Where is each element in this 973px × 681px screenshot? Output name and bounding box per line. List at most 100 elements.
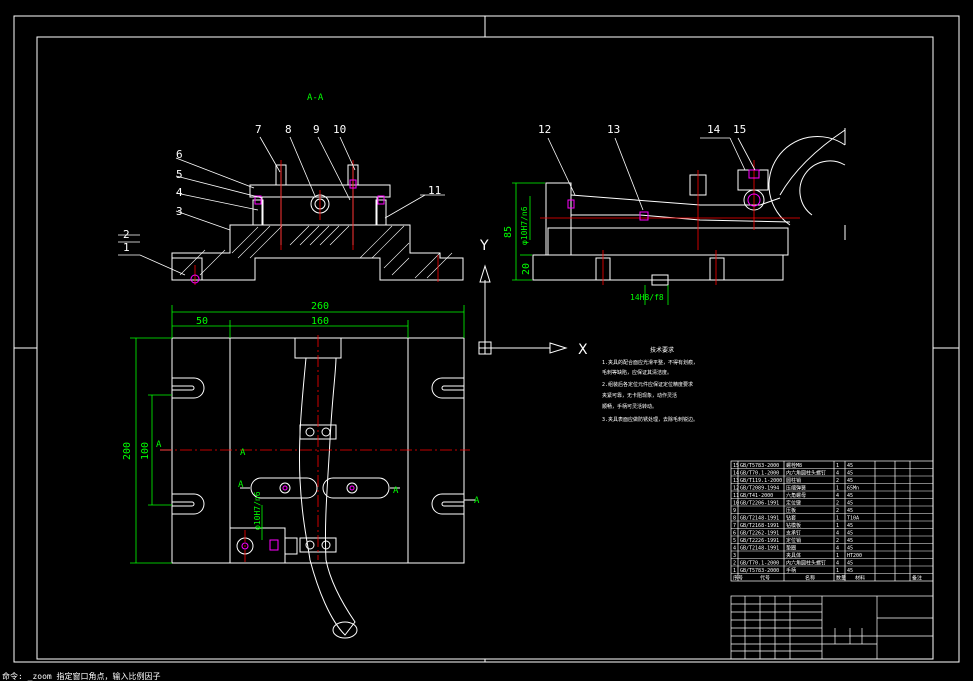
- parts-table-cell: GB/T5783-2000: [740, 568, 779, 574]
- parts-table-header: 代号: [760, 575, 770, 582]
- section-mark-a-center: A: [240, 448, 246, 458]
- parts-table-cell: 压板: [786, 507, 796, 514]
- parts-table-cell: 5: [733, 538, 736, 544]
- notes-line-5: 顺畅，手柄可灵活转动。: [602, 403, 657, 410]
- parts-table-cell: 手柄: [786, 567, 796, 574]
- ucs-y-label: Y: [479, 238, 489, 254]
- parts-table-cell: 7: [733, 523, 736, 529]
- parts-table-cell: 9: [733, 508, 736, 514]
- parts-table-cell: GB/T2226-1991: [740, 538, 779, 544]
- parts-table-cell: GB/T2262-1991: [740, 531, 779, 537]
- section-title: A-A: [307, 93, 324, 103]
- cad-drawing[interactable]: A-A 1 2 3 4 5 6 7 8 9 10 11 12 13 14 15 …: [0, 0, 973, 681]
- parts-table-cell: 4: [733, 546, 736, 552]
- parts-table-cell: 2: [836, 501, 839, 507]
- parts-table-cell: 六角螺母: [786, 492, 806, 499]
- section-centerlines: [194, 160, 439, 285]
- parts-table-cell: 1: [836, 516, 839, 522]
- parts-table-cell: GB/T70.1-2000: [740, 471, 779, 477]
- parts-table-cell: 1: [733, 568, 736, 574]
- parts-table-cell: 钻套: [786, 515, 796, 522]
- section-view: [171, 164, 464, 281]
- part-label-15: 15: [733, 123, 746, 136]
- parts-table-cell: 定位键: [786, 500, 801, 507]
- part-label-1: 1: [123, 241, 130, 254]
- parts-table-cell: 10: [733, 501, 739, 507]
- part-labels-left: 1 2 3 4 5 6 7 8 9 10 11: [123, 123, 441, 254]
- parts-table-cell: 1: [836, 523, 839, 529]
- side-centerlines: [540, 160, 800, 285]
- parts-table-cell: 45: [847, 561, 853, 567]
- part-label-8: 8: [285, 123, 292, 136]
- section-mark-a-right: A: [474, 496, 480, 506]
- part-label-12: 12: [538, 123, 551, 136]
- parts-table-cell: 45: [847, 531, 853, 537]
- parts-table-cell: 4: [836, 493, 839, 499]
- parts-table-cell: GB/T2206-1991: [740, 501, 779, 507]
- parts-table-cell: 垫圈: [786, 545, 796, 552]
- parts-table-cell: 45: [847, 501, 853, 507]
- dim-side-key: 14H8/f8: [630, 293, 664, 302]
- side-dimensions: [512, 182, 669, 305]
- parts-table-cell: 11: [733, 493, 739, 499]
- parts-table-cell: GB/T41-2000: [740, 493, 773, 499]
- parts-table-cell: 45: [847, 463, 853, 469]
- parts-table-cell: 2: [836, 508, 839, 514]
- parts-table-cell: 45: [847, 471, 853, 477]
- dim-span: 160: [311, 316, 329, 327]
- part-label-10: 10: [333, 123, 346, 136]
- parts-table-cell: 45: [847, 493, 853, 499]
- parts-table-cell: 3: [733, 553, 736, 559]
- parts-table-cell: GB/T119.1-2000: [740, 478, 782, 484]
- parts-table-cell: 定位销: [786, 537, 801, 544]
- part-label-4: 4: [176, 186, 183, 199]
- section-mark-a-mid-right: A: [393, 486, 399, 496]
- section-mark-a-mid-left: A: [238, 480, 244, 490]
- dim-side-height: 85: [503, 226, 514, 238]
- leaders-right: [547, 137, 756, 211]
- parts-table-cell: 2: [836, 478, 839, 484]
- parts-table-cell: 4: [836, 531, 839, 537]
- ucs-icon[interactable]: [478, 264, 568, 355]
- status-bar: 命令: _zoom 指定窗口角点，输入比例因子: [2, 671, 161, 681]
- parts-table-cell: 4: [836, 471, 839, 477]
- plan-centerlines: [160, 335, 470, 562]
- parts-table-cell: 夹具体: [786, 552, 801, 559]
- parts-table-cell: GB/T5783-2000: [740, 463, 779, 469]
- parts-table-cell: 12: [733, 486, 739, 492]
- part-label-7: 7: [255, 123, 262, 136]
- dim-side-base: 20: [521, 263, 532, 275]
- part-label-5: 5: [176, 168, 183, 181]
- parts-table-cell: GB/T2148-1991: [740, 516, 779, 522]
- parts-table-cell: 螺栓M8: [786, 462, 802, 469]
- notes-title: 技术要求: [650, 346, 674, 354]
- parts-table-cell: GB/T2148-1991: [740, 546, 779, 552]
- parts-table-cell: 1: [836, 568, 839, 574]
- parts-table-cell: 65Mn: [847, 486, 859, 492]
- dim-side-bore: φ10H7/n6: [520, 206, 529, 245]
- parts-table-cell: 45: [847, 523, 853, 529]
- parts-table-cell: 8: [733, 516, 736, 522]
- notes-line-1: 1.夹具的配合面应光滑平整，不得有划痕，: [602, 359, 698, 366]
- parts-table-cell: GB/T70.1-2000: [740, 561, 779, 567]
- parts-table-cell: GB/T2168-1991: [740, 523, 779, 529]
- parts-table-cell: 压缩弹簧: [786, 485, 806, 492]
- notes-line-4: 夹紧可靠，无卡阻现象，动作灵活: [602, 392, 677, 399]
- parts-table-cell: 2: [733, 561, 736, 567]
- notes-line-3: 2.组装后各定位元件应保证定位精度要求: [602, 381, 693, 388]
- parts-table-cell: 内六角圆柱头螺钉: [786, 470, 826, 477]
- dim-left-offset: 50: [196, 316, 208, 327]
- side-view: [532, 128, 846, 286]
- side-highlights: [567, 169, 761, 221]
- part-label-9: 9: [313, 123, 320, 136]
- parts-table-cell: 45: [847, 568, 853, 574]
- parts-table-header: 材料: [855, 575, 865, 582]
- ucs-x-label: X: [578, 342, 588, 358]
- part-label-11: 11: [428, 184, 441, 197]
- parts-table-header: 序号: [733, 575, 743, 582]
- parts-table-cell: 4: [836, 546, 839, 552]
- parts-table-cell: 1: [836, 486, 839, 492]
- section-mark-a-left: A: [156, 440, 162, 450]
- parts-table-cell: 钻模板: [786, 522, 801, 529]
- title-block: [730, 595, 934, 660]
